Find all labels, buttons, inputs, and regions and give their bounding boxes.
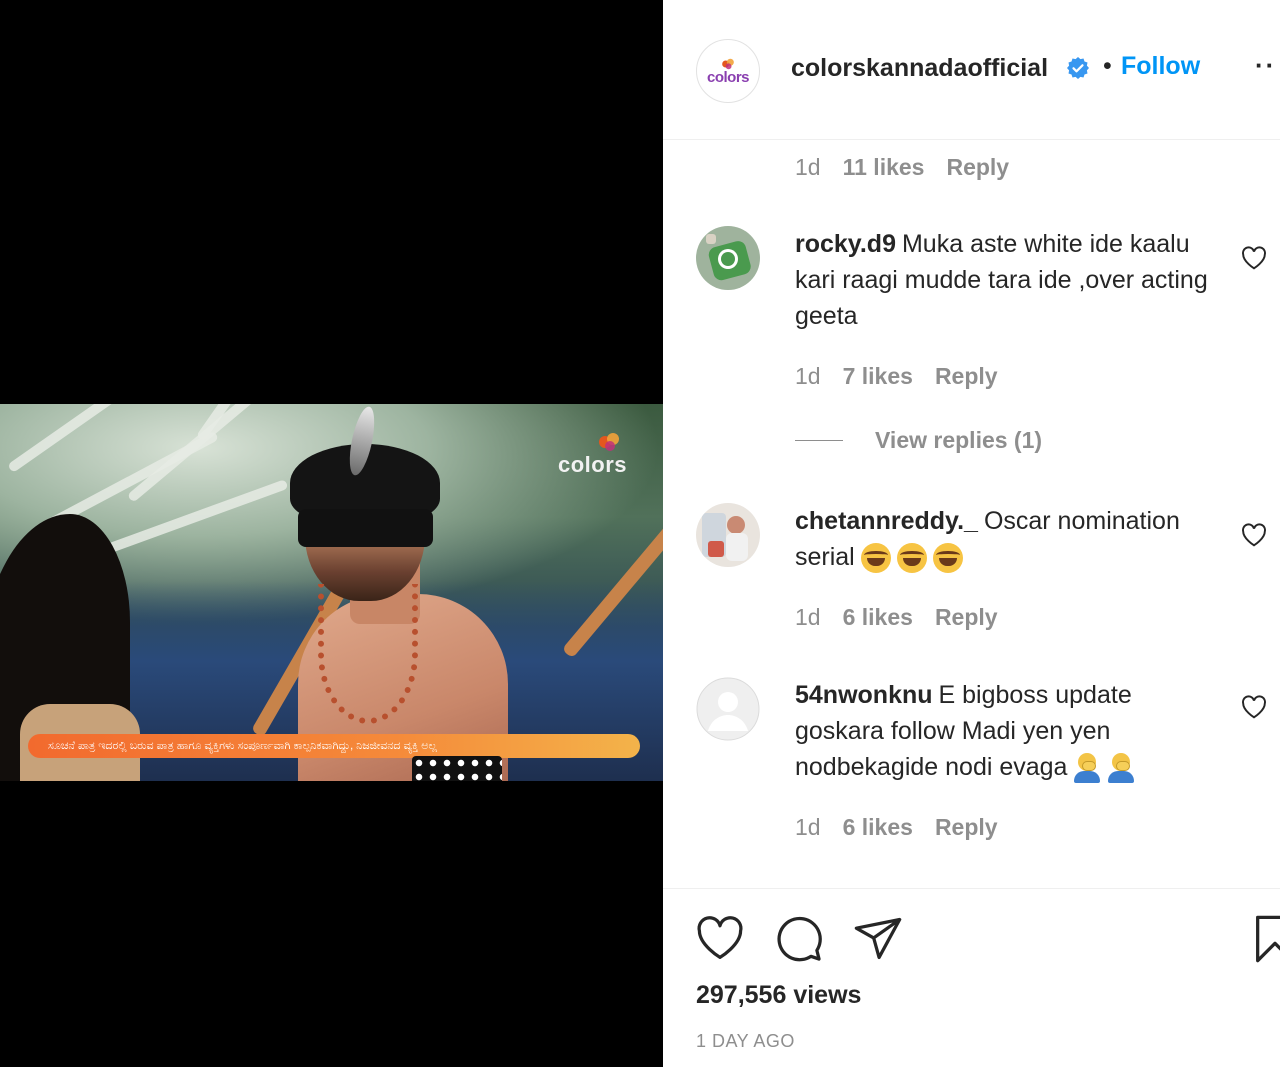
commenter-avatar-image [696, 503, 760, 567]
video-watermark-logo: colors [557, 452, 627, 477]
comment-time: 1d [795, 604, 821, 630]
view-replies-line [795, 440, 843, 441]
commenter-username-link[interactable]: rocky.d9 [795, 230, 896, 258]
commenter-avatar[interactable] [696, 503, 760, 567]
joy-emoji-icon [932, 543, 963, 574]
video-scene-belt [412, 756, 502, 781]
comment-time: 1d [795, 363, 821, 389]
video-player[interactable]: colors ಸೂಚನೆ ಪಾತ್ರ ಇದರಲ್ಲಿ ಬರುವ ಪಾತ್ರ ಹಾ… [0, 404, 663, 781]
comment-reply-button[interactable]: Reply [935, 814, 998, 840]
comment-time: 1d [795, 154, 821, 180]
comment-likes-count[interactable]: 11 likes [843, 154, 925, 180]
joy-emoji-icon [896, 543, 927, 574]
comment-like-heart-icon[interactable] [1241, 695, 1267, 719]
post-media-pane[interactable]: colors ಸೂಚನೆ ಪಾತ್ರ ಇದರಲ್ಲಿ ಬರುವ ಪಾತ್ರ ಹಾ… [0, 0, 663, 1067]
video-scene-necklace [318, 584, 418, 724]
comment-like-heart-icon[interactable] [1241, 246, 1267, 270]
comment-body: 54nwonknu E bigboss update goskara follow… [795, 677, 1215, 785]
comment-reply-button[interactable]: Reply [935, 363, 998, 389]
view-replies-label: View replies (1) [875, 427, 1043, 453]
comment-meta: 1d 7 likes Reply [795, 363, 1020, 390]
commenter-avatar-image [696, 226, 760, 290]
header-separator: • [1103, 52, 1112, 80]
account-username-link[interactable]: colorskannadaofficial [791, 54, 1048, 83]
views-count[interactable]: 297,556 views [696, 981, 861, 1010]
account-avatar[interactable]: colors [696, 39, 760, 103]
comment-meta: 1d 6 likes Reply [795, 814, 1020, 841]
comment-likes-count[interactable]: 7 likes [843, 363, 913, 389]
comment-likes-count[interactable]: 6 likes [843, 814, 913, 840]
facepalm-emoji-icon [1073, 753, 1101, 784]
comment-meta: 1d 11 likes Reply [795, 154, 1031, 181]
commenter-username-link[interactable]: chetannreddy._ [795, 507, 978, 535]
follow-button[interactable]: Follow [1121, 52, 1200, 81]
comment-likes-count[interactable]: 6 likes [843, 604, 913, 630]
avatar-logo-text: colors [706, 68, 750, 86]
post-footer: 297,556 views 1 DAY AGO [663, 888, 1280, 1067]
joy-emoji-icon [860, 543, 891, 574]
video-disclaimer-text: ಸೂಚನೆ ಪಾತ್ರ ಇದರಲ್ಲಿ ಬರುವ ಪಾತ್ರ ಹಾಗೂ ವ್ಯಕ… [48, 740, 437, 752]
comment-body: rocky.d9 Muka aste white ide kaalu kari r… [795, 226, 1215, 334]
comment-body: chetannreddy._ Oscar nomination serial [795, 503, 1215, 575]
default-avatar-icon [696, 677, 760, 741]
commenter-avatar[interactable] [696, 677, 760, 741]
verified-badge-icon [1067, 57, 1089, 79]
comment-icon[interactable] [773, 913, 825, 965]
colors-logo-icon [599, 433, 619, 451]
comment-reply-button[interactable]: Reply [946, 154, 1009, 180]
bookmark-icon[interactable] [1249, 913, 1280, 965]
comment-reply-button[interactable]: Reply [935, 604, 998, 630]
view-replies-button[interactable]: View replies (1) [795, 427, 1042, 454]
post-detail-panel: colors colorskannadaofficial • Follow ··… [663, 0, 1280, 1067]
post-date: 1 DAY AGO [696, 1031, 795, 1051]
facepalm-emoji-icon [1107, 753, 1135, 784]
video-disclaimer-banner: ಸೂಚನೆ ಪಾತ್ರ ಇದರಲ್ಲಿ ಬರುವ ಪಾತ್ರ ಹಾಗೂ ವ್ಯಕ… [28, 734, 640, 758]
comment-time: 1d [795, 814, 821, 840]
commenter-avatar[interactable] [696, 226, 760, 290]
heart-icon[interactable] [694, 913, 746, 965]
share-icon[interactable] [852, 913, 904, 965]
video-scene-blindfold [298, 509, 433, 547]
comment-meta: 1d 6 likes Reply [795, 604, 1020, 631]
post-header: colors colorskannadaofficial • Follow ·· [663, 0, 1280, 140]
comment-like-heart-icon[interactable] [1241, 523, 1267, 547]
more-options-icon[interactable]: ·· [1255, 50, 1276, 81]
commenter-username-link[interactable]: 54nwonknu [795, 681, 933, 709]
